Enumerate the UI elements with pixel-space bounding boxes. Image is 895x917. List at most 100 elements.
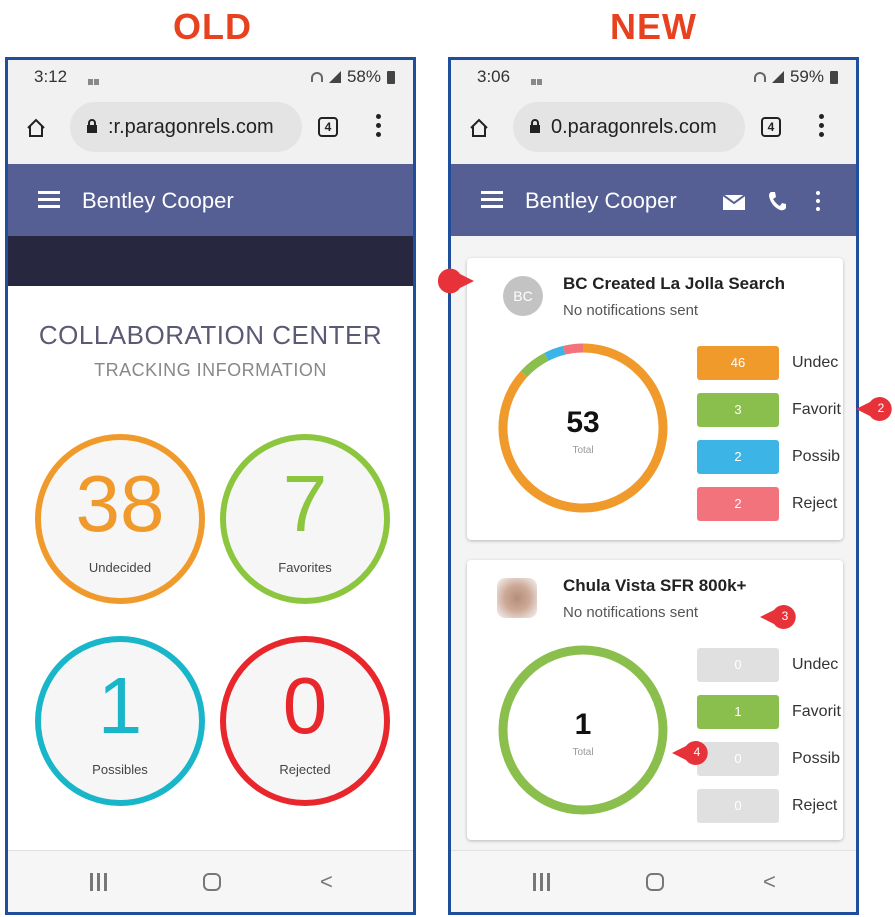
browser-toolbar: :r.paragonrels.com 4 [8,92,413,164]
favorites-label: Favorit [792,703,841,720]
url-bar[interactable]: 0.paragonrels.com [513,102,745,152]
home-icon[interactable] [26,118,46,138]
total-label: Total [572,445,594,456]
page-title: COLLABORATION CENTER [38,320,383,350]
undecided-label: Undec [792,656,839,673]
lock-icon [530,119,540,133]
possibles-stat[interactable]: 1 Possibles [35,636,205,806]
hamburger-menu-icon[interactable] [481,191,503,209]
notification-status: No notifications sent [563,604,699,621]
tabs-icon[interactable]: 4 [761,117,781,137]
status-bar: 3:12 58% [8,60,413,92]
stat-label: Favorites [278,560,332,575]
stat-value: 7 [282,459,328,548]
android-nav-bar: < [451,850,856,912]
new-heading: NEW [610,6,697,47]
url-bar[interactable]: :r.paragonrels.com [70,102,302,152]
home-button-icon[interactable] [646,873,664,891]
stat-value: 1 [97,661,143,750]
notification-status: No notifications sent [563,302,699,319]
lock-icon [87,119,97,133]
status-bar: 3:06 59% [451,60,856,92]
old-heading: OLD [173,6,252,47]
url-text: 0.paragonrels.com [551,116,717,138]
app-bar: Bentley Cooper [451,164,856,236]
back-icon[interactable]: < [763,869,776,895]
mail-icon[interactable] [723,195,745,210]
hamburger-menu-icon[interactable] [38,191,60,209]
rejected-label: Reject [792,495,838,512]
search-card[interactable]: Chula Vista SFR 800k+ No notifications s… [467,560,843,840]
callout-number: 4 [693,745,701,759]
status-time: 3:06 [477,67,511,86]
favorites-count: 1 [697,695,779,729]
search-card[interactable]: BC BC Created La Jolla Search No notific… [467,258,843,540]
back-icon[interactable]: < [320,869,333,895]
rejected-count: 0 [697,789,779,823]
battery-icon [830,70,838,84]
callout-number: 3 [781,609,789,623]
total-count: 53 [566,406,600,439]
callout-marker-3: 3 [760,604,796,630]
app-title: Bentley Cooper [525,188,677,213]
battery-percent: 59% [789,67,824,86]
collaboration-center: COLLABORATION CENTER TRACKING INFORMATIO… [8,286,413,856]
callout-marker-4: 4 [672,740,708,766]
callout-number: 2 [877,401,885,415]
rejected-stat[interactable]: 0 Rejected [220,636,390,806]
avatar [497,578,537,618]
search-title: Chula Vista SFR 800k+ [563,576,747,595]
home-button-icon[interactable] [203,873,221,891]
possibles-label: Possib [792,750,841,767]
signal-icon [328,71,341,83]
page-subtitle: TRACKING INFORMATION [94,360,327,380]
phone-call-icon[interactable] [768,191,786,211]
signal-icon [771,71,784,83]
avatar: BC [503,276,543,316]
stat-value: 0 [282,661,328,750]
app-bar: Bentley Cooper [8,164,413,236]
total-label: Total [572,747,594,758]
battery-icon [387,70,395,84]
callout-number: 1 [481,273,489,287]
browser-menu-icon[interactable] [376,114,382,140]
total-count: 1 [574,708,592,741]
recents-icon[interactable] [533,873,553,891]
favorites-stat[interactable]: 7 Favorites [220,434,390,604]
favorites-label: Favorit [792,401,841,418]
rejected-count: 2 [697,487,779,521]
possibles-count: 2 [697,440,779,474]
tabs-icon[interactable]: 4 [318,117,338,137]
search-title: BC Created La Jolla Search [563,274,786,293]
stat-label: Possibles [92,762,148,777]
notification-icon [531,70,545,85]
stat-label: Undecided [88,560,152,575]
android-nav-bar: < [8,850,413,912]
undecided-stat[interactable]: 38 Undecided [35,434,205,604]
undecided-label: Undec [792,354,839,371]
app-menu-icon[interactable] [816,191,822,215]
browser-menu-icon[interactable] [819,114,825,140]
url-text: :r.paragonrels.com [108,116,274,138]
stat-value: 38 [75,459,165,548]
possibles-label: Possib [792,448,841,465]
favorites-count: 3 [697,393,779,427]
callout-pin-icon [437,268,474,294]
new-phone-screenshot: 3:06 59% 0.paragonrels.com 4 Bentley Coo… [448,57,859,915]
wifi-icon [310,72,323,82]
callout-marker-2: 2 [856,396,892,422]
stat-label: Rejected [279,762,331,777]
old-phone-screenshot: 3:12 58% :r.paragonrels.com 4 Bentley Co… [5,57,416,915]
battery-percent: 58% [346,67,381,86]
app-title: Bentley Cooper [82,188,234,213]
donut-segment [520,352,549,378]
possibles-count: 0 [697,742,779,776]
home-icon[interactable] [469,118,489,138]
wifi-icon [753,72,766,82]
recents-icon[interactable] [90,873,110,891]
undecided-count: 0 [697,648,779,682]
donut-segment [563,343,584,355]
undecided-count: 46 [697,346,779,380]
header-band [8,236,413,286]
status-time: 3:12 [34,67,68,86]
